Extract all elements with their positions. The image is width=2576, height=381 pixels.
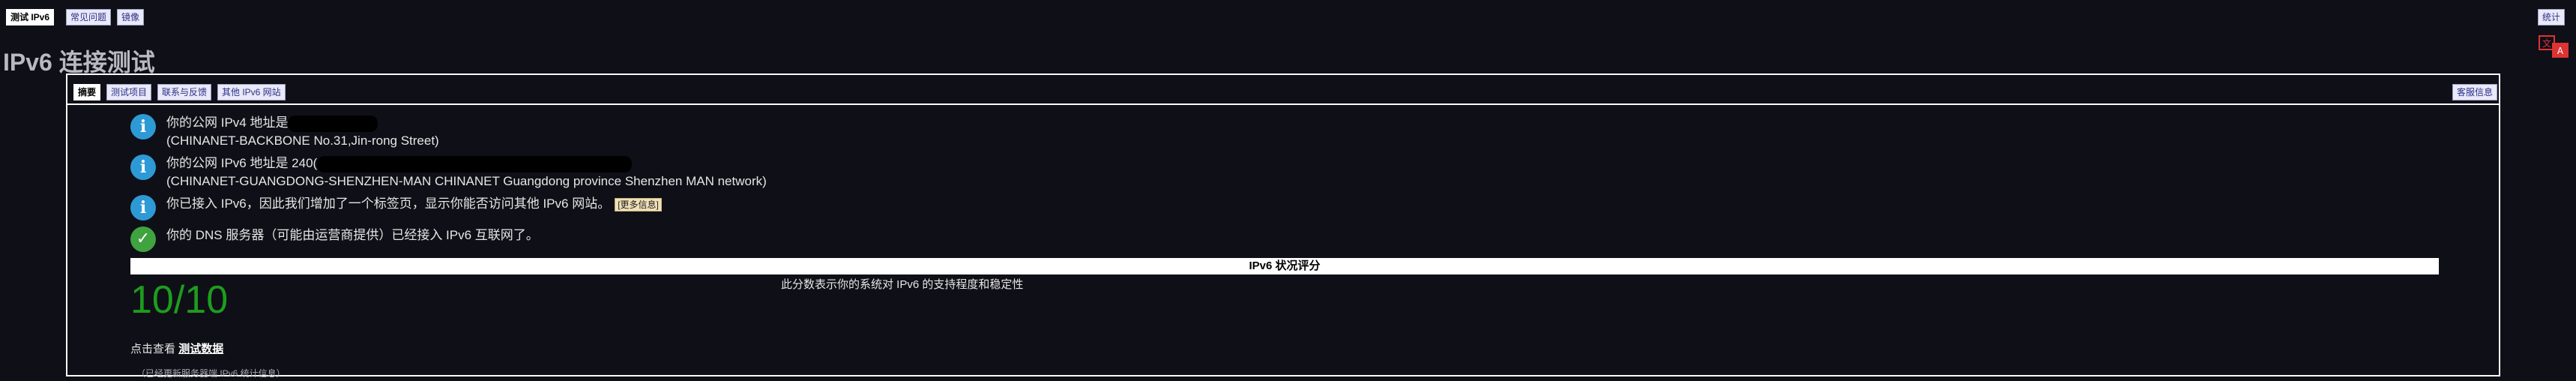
result-text: 你的 DNS 服务器（可能由运营商提供）已经接入 IPv6 互联网了。 xyxy=(166,228,539,242)
redacted-ip xyxy=(317,155,633,172)
result-text: 你的公网 IPv6 地址是 240( (CHINANET-GUANGDONG-S… xyxy=(166,155,767,188)
top-tab-mirrors[interactable]: 镜像 xyxy=(117,9,145,26)
subtab-bar: 摘要 测试项目 联系与反馈 其他 IPv6 网站 客服信息 xyxy=(67,81,2499,105)
result-text: 你已接入 IPv6，因此我们增加了一个标签页，显示你能否访问其他 IPv6 网站… xyxy=(166,195,662,212)
more-info-link[interactable]: [更多信息] xyxy=(615,198,662,212)
view-data-prefix: 点击查看 xyxy=(130,343,176,356)
translate-icon[interactable]: 文 A xyxy=(2538,34,2571,60)
info-icon: i xyxy=(130,154,156,180)
stats-button[interactable]: 统计 xyxy=(2538,9,2566,26)
info-icon: i xyxy=(130,195,156,220)
help-desk-button[interactable]: 客服信息 xyxy=(2452,84,2498,100)
top-tab-faq[interactable]: 常见问题 xyxy=(66,9,112,26)
top-tab-test-ipv6[interactable]: 测试 IPv6 xyxy=(6,9,55,26)
svg-text:文: 文 xyxy=(2542,38,2551,49)
info-icon: i xyxy=(130,114,156,140)
view-data-line: 点击查看 测试数据 xyxy=(130,342,223,357)
tab-summary[interactable]: 摘要 xyxy=(73,84,101,100)
svg-text:A: A xyxy=(2557,46,2564,56)
main-panel: 摘要 测试项目 联系与反馈 其他 IPv6 网站 客服信息 i 你的公网 IPv… xyxy=(66,74,2500,379)
tab-other-ipv6-sites[interactable]: 其他 IPv6 网站 xyxy=(217,84,286,100)
test-data-link[interactable]: 测试数据 xyxy=(178,343,223,356)
score-value: 10/10 xyxy=(130,278,229,322)
score-header: IPv6 状况评分 xyxy=(130,258,2439,274)
stats-footnote: （已经更新服务器端 IPv6 统计信息） xyxy=(136,368,286,379)
result-text: 你的公网 IPv4 地址是 (CHINANET-BACKBONE No.31,J… xyxy=(166,115,439,148)
tab-contact-feedback[interactable]: 联系与反馈 xyxy=(157,84,212,100)
check-icon: ✓ xyxy=(130,226,156,252)
tab-tests-run[interactable]: 测试项目 xyxy=(106,84,152,100)
score-description: 此分数表示你的系统对 IPv6 的支持程度和稳定性 xyxy=(781,278,1024,291)
redacted-ip xyxy=(288,115,378,132)
